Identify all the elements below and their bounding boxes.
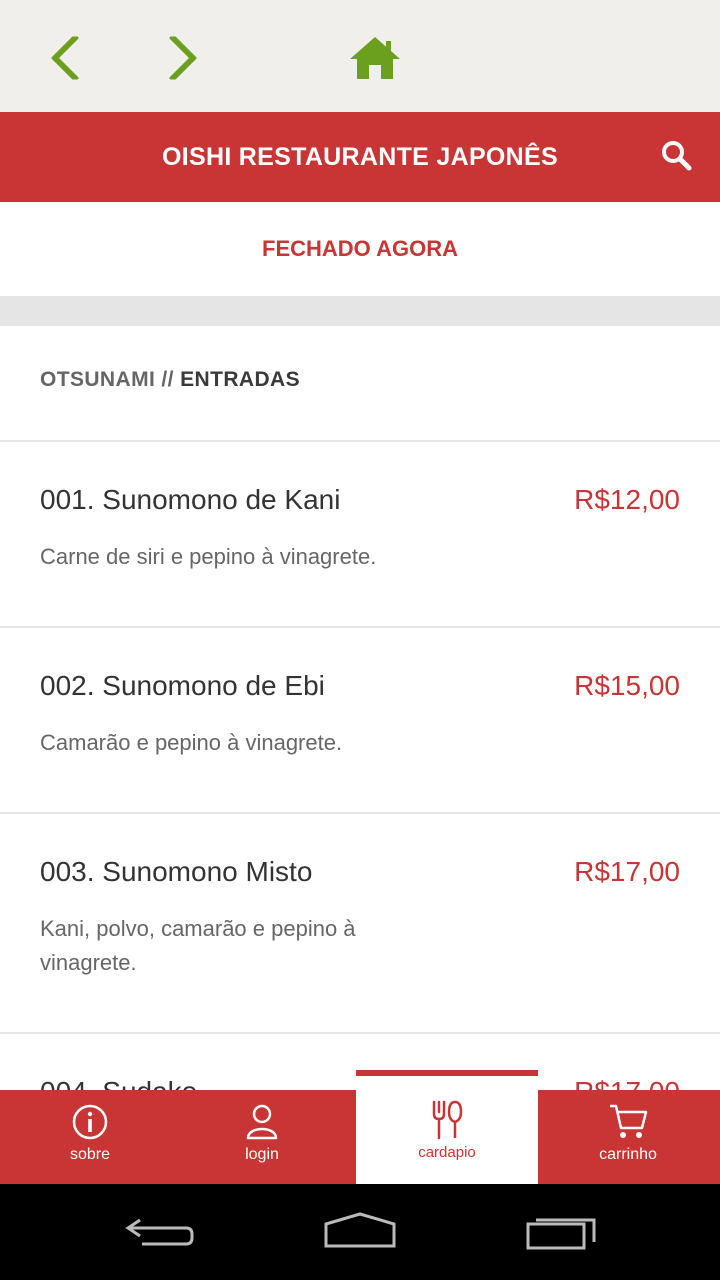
chevron-left-icon [51, 36, 79, 80]
tab-label: carrinho [599, 1146, 657, 1163]
back-arrow-icon [125, 1218, 194, 1246]
divider [0, 1032, 720, 1034]
restaurant-header: OISHI RESTAURANTE JAPONÊS [0, 112, 720, 202]
menu-item-name: 003. Sunomono Misto [40, 856, 313, 887]
tab-label: cardapio [418, 1144, 476, 1161]
search-button[interactable] [660, 139, 694, 173]
bottom-tab-bar: sobre login cardapio carrinho [0, 1070, 720, 1184]
system-recents-button[interactable] [522, 1212, 602, 1252]
status-closed-now: FECHADO AGORA [262, 236, 458, 261]
divider [0, 812, 720, 814]
user-icon [246, 1104, 278, 1140]
home-icon [350, 37, 400, 79]
menu-item-price: R$12,00 [574, 484, 680, 515]
system-back-button[interactable] [120, 1212, 200, 1252]
cart-icon [610, 1104, 648, 1138]
info-icon [72, 1104, 108, 1140]
tab-cardapio[interactable]: cardapio [356, 1070, 538, 1184]
tab-label: sobre [69, 1146, 111, 1163]
tab-label: login [245, 1146, 279, 1163]
system-home-button[interactable] [320, 1212, 400, 1252]
menu-item-price: R$15,00 [574, 670, 680, 701]
menu-item-price: R$17,00 [574, 856, 680, 887]
home-outline-icon [324, 1212, 396, 1248]
category-name: ENTRADAS [180, 368, 301, 391]
system-navigation-bar [0, 1184, 720, 1280]
divider [0, 440, 720, 442]
recents-icon [526, 1218, 596, 1250]
tab-sobre[interactable]: sobre [0, 1090, 180, 1184]
menu-item-name: 002. Sunomono de Ebi [40, 670, 325, 701]
section-separator [0, 296, 720, 326]
menu-item-description: Carne de siri e pepino à vinagrete. [40, 544, 377, 569]
chevron-right-icon [169, 36, 197, 80]
divider [0, 626, 720, 628]
tab-login[interactable]: login [172, 1090, 352, 1184]
back-button[interactable] [38, 30, 94, 86]
menu-item-name: 001. Sunomono de Kani [40, 484, 341, 515]
home-button[interactable] [347, 30, 403, 86]
cutlery-icon [432, 1100, 463, 1140]
menu-item-description: Kani, polvo, camarão e pepino à vinagret… [40, 916, 356, 975]
menu-item-description: Camarão e pepino à vinagrete. [40, 730, 343, 755]
search-icon [662, 141, 692, 171]
tab-carrinho[interactable]: carrinho [538, 1090, 718, 1184]
top-navigation-bar [0, 0, 720, 112]
category-breadcrumb: OTSUNAMI // ENTRADAS [40, 368, 300, 392]
forward-button[interactable] [154, 30, 210, 86]
category-parent: OTSUNAMI // [40, 368, 181, 391]
restaurant-title: OISHI RESTAURANTE JAPONÊS [162, 143, 558, 171]
